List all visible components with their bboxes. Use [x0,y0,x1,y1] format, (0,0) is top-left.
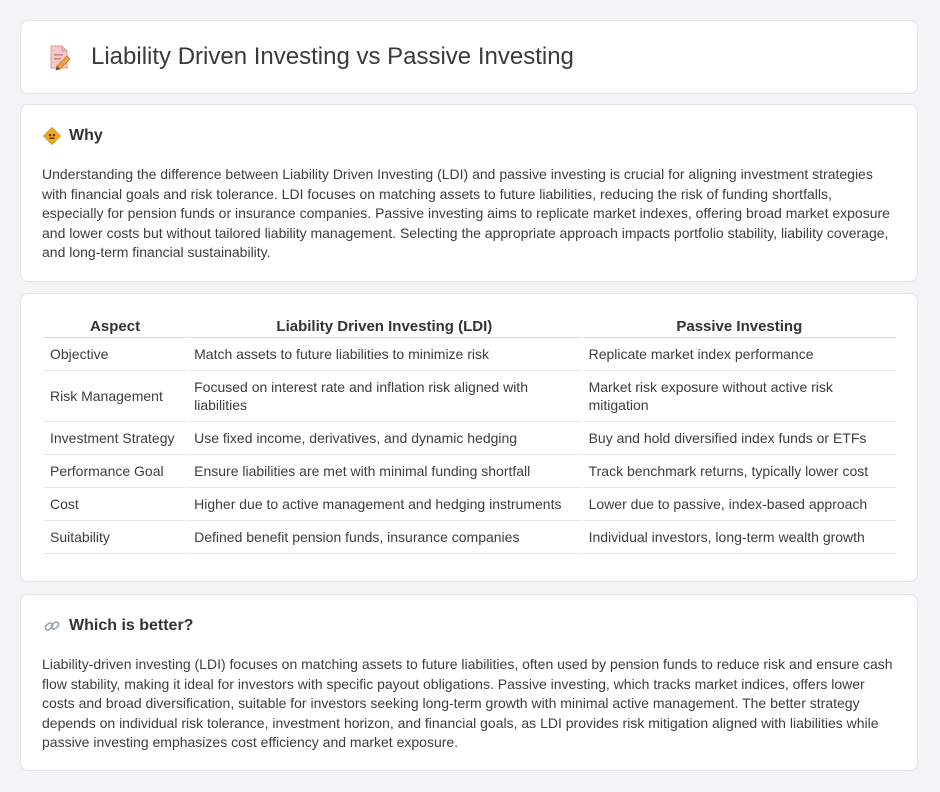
ldi-cell: Ensure liabilities are met with minimal … [188,455,581,488]
passive-cell: Lower due to passive, index-based approa… [582,488,896,521]
title-card: Liability Driven Investing vs Passive In… [20,20,918,94]
aspect-cell: Cost [44,488,187,521]
passive-cell: Buy and hold diversified index funds or … [582,422,896,455]
title-row: Liability Driven Investing vs Passive In… [45,43,574,71]
table-header-row: Aspect Liability Driven Investing (LDI) … [44,314,896,338]
aspect-cell: Suitability [44,521,187,554]
ldi-cell: Higher due to active management and hedg… [188,488,581,521]
better-title: Which is better? [69,617,194,634]
aspect-cell: Investment Strategy [44,422,187,455]
why-body: Understanding the difference between Lia… [42,166,890,261]
passive-cell: Market risk exposure without active risk… [582,371,896,422]
ldi-cell: Match assets to future liabilities to mi… [188,338,581,371]
table-row: Objective Match assets to future liabili… [44,338,896,371]
passive-cell: Replicate market index performance [582,338,896,371]
table-row: Cost Higher due to active management and… [44,488,896,521]
aspect-cell: Risk Management [44,371,187,422]
comparison-section: Aspect Liability Driven Investing (LDI) … [20,293,918,582]
passive-cell: Track benchmark returns, typically lower… [582,455,896,488]
link-icon [44,621,60,631]
table-row: Investment Strategy Use fixed income, de… [44,422,896,455]
table-row: Performance Goal Ensure liabilities are … [44,455,896,488]
why-section: Why Understanding the difference between… [20,104,918,282]
which-is-better-section: Which is better? Liability-driven invest… [20,594,918,771]
aspect-cell: Performance Goal [44,455,187,488]
document-pencil-icon [50,45,71,71]
passive-cell: Individual investors, long-term wealth g… [582,521,896,554]
ldi-cell: Use fixed income, derivatives, and dynam… [188,422,581,455]
table-row: Suitability Defined benefit pension fund… [44,521,896,554]
header-aspect: Aspect [44,314,187,338]
why-title: Why [69,127,103,144]
comparison-table: Aspect Liability Driven Investing (LDI) … [42,314,898,554]
page-title: Liability Driven Investing vs Passive In… [91,43,574,70]
diamond-sign-icon [43,127,61,145]
ldi-cell: Defined benefit pension funds, insurance… [188,521,581,554]
aspect-cell: Objective [44,338,187,371]
why-heading: Why [43,127,103,145]
header-passive: Passive Investing [582,314,896,338]
table-row: Risk Management Focused on interest rate… [44,371,896,422]
better-body: Liability-driven investing (LDI) focuses… [42,656,893,751]
better-heading: Which is better? [43,617,193,635]
header-ldi: Liability Driven Investing (LDI) [188,314,581,338]
ldi-cell: Focused on interest rate and inflation r… [188,371,581,422]
